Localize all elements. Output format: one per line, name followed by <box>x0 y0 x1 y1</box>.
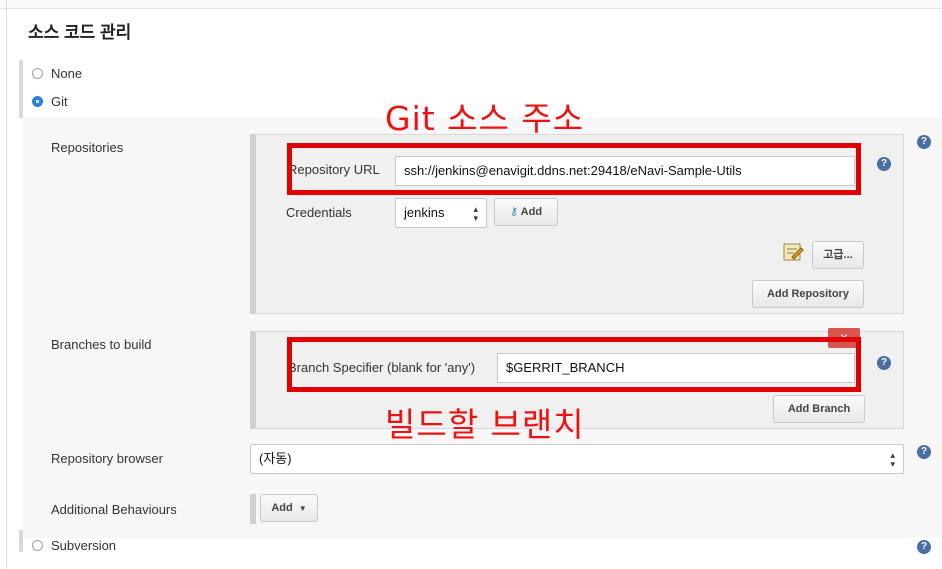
credentials-label: Credentials <box>286 205 352 220</box>
subversion-help-icon[interactable]: ? <box>917 540 931 554</box>
notepad-icon <box>782 241 804 263</box>
add-repository-button[interactable]: Add Repository <box>752 280 864 308</box>
scm-option-subversion-label: Subversion <box>51 538 117 553</box>
additional-behaviours-label: Additional Behaviours <box>51 502 177 517</box>
branches-label: Branches to build <box>51 337 152 352</box>
annotation-build-branch: 빌드할 브랜치 <box>385 405 585 444</box>
repository-url-help-icon[interactable]: ? <box>877 157 891 171</box>
add-behaviour-button[interactable]: Add ▼ <box>260 494 318 522</box>
left-border <box>6 0 7 569</box>
add-credentials-button[interactable]: ⚷ Add <box>494 198 558 226</box>
add-branch-button[interactable]: Add Branch <box>773 395 865 423</box>
key-icon: ⚷ <box>509 206 518 218</box>
scm-option-git-label: Git <box>51 94 68 109</box>
behaviours-bar <box>250 494 256 524</box>
scm-option-none[interactable]: None <box>32 66 132 82</box>
credentials-select[interactable]: jenkins ▴ ▾ <box>395 198 487 228</box>
select-arrows-icon: ▴ ▾ <box>473 204 478 223</box>
repository-browser-label: Repository browser <box>51 451 163 466</box>
caret-down-icon: ▼ <box>298 504 307 513</box>
advanced-button[interactable]: 고급... <box>812 241 864 269</box>
section-title: 소스 코드 관리 <box>28 23 132 42</box>
scm-option-none-label: None <box>51 66 83 81</box>
repositories-label: Repositories <box>51 140 124 155</box>
repository-url-highlight-box <box>287 143 861 195</box>
select-arrows-icon: ▴ ▾ <box>890 450 895 469</box>
repository-browser-help-icon[interactable]: ? <box>917 445 931 459</box>
branch-specifier-help-icon[interactable]: ? <box>877 356 891 370</box>
radio-subversion[interactable] <box>32 540 43 551</box>
top-divider <box>0 0 942 9</box>
annotation-git-source: Git 소스 주소 <box>385 99 585 138</box>
scm-group-bar <box>19 60 23 118</box>
credentials-value: jenkins <box>404 205 445 220</box>
git-help-icon[interactable]: ? <box>917 135 931 149</box>
scm-option-git[interactable]: Git <box>32 94 132 110</box>
repository-browser-select[interactable]: (자동) ▴ ▾ <box>250 444 904 474</box>
branch-specifier-highlight-box <box>287 337 861 392</box>
add-behaviour-label: Add <box>271 502 293 514</box>
scm-option-subversion[interactable]: Subversion <box>32 538 152 554</box>
radio-none[interactable] <box>32 68 43 79</box>
add-credentials-label: Add <box>520 206 543 218</box>
repository-browser-value: (자동) <box>259 451 292 466</box>
radio-git[interactable] <box>32 96 43 107</box>
